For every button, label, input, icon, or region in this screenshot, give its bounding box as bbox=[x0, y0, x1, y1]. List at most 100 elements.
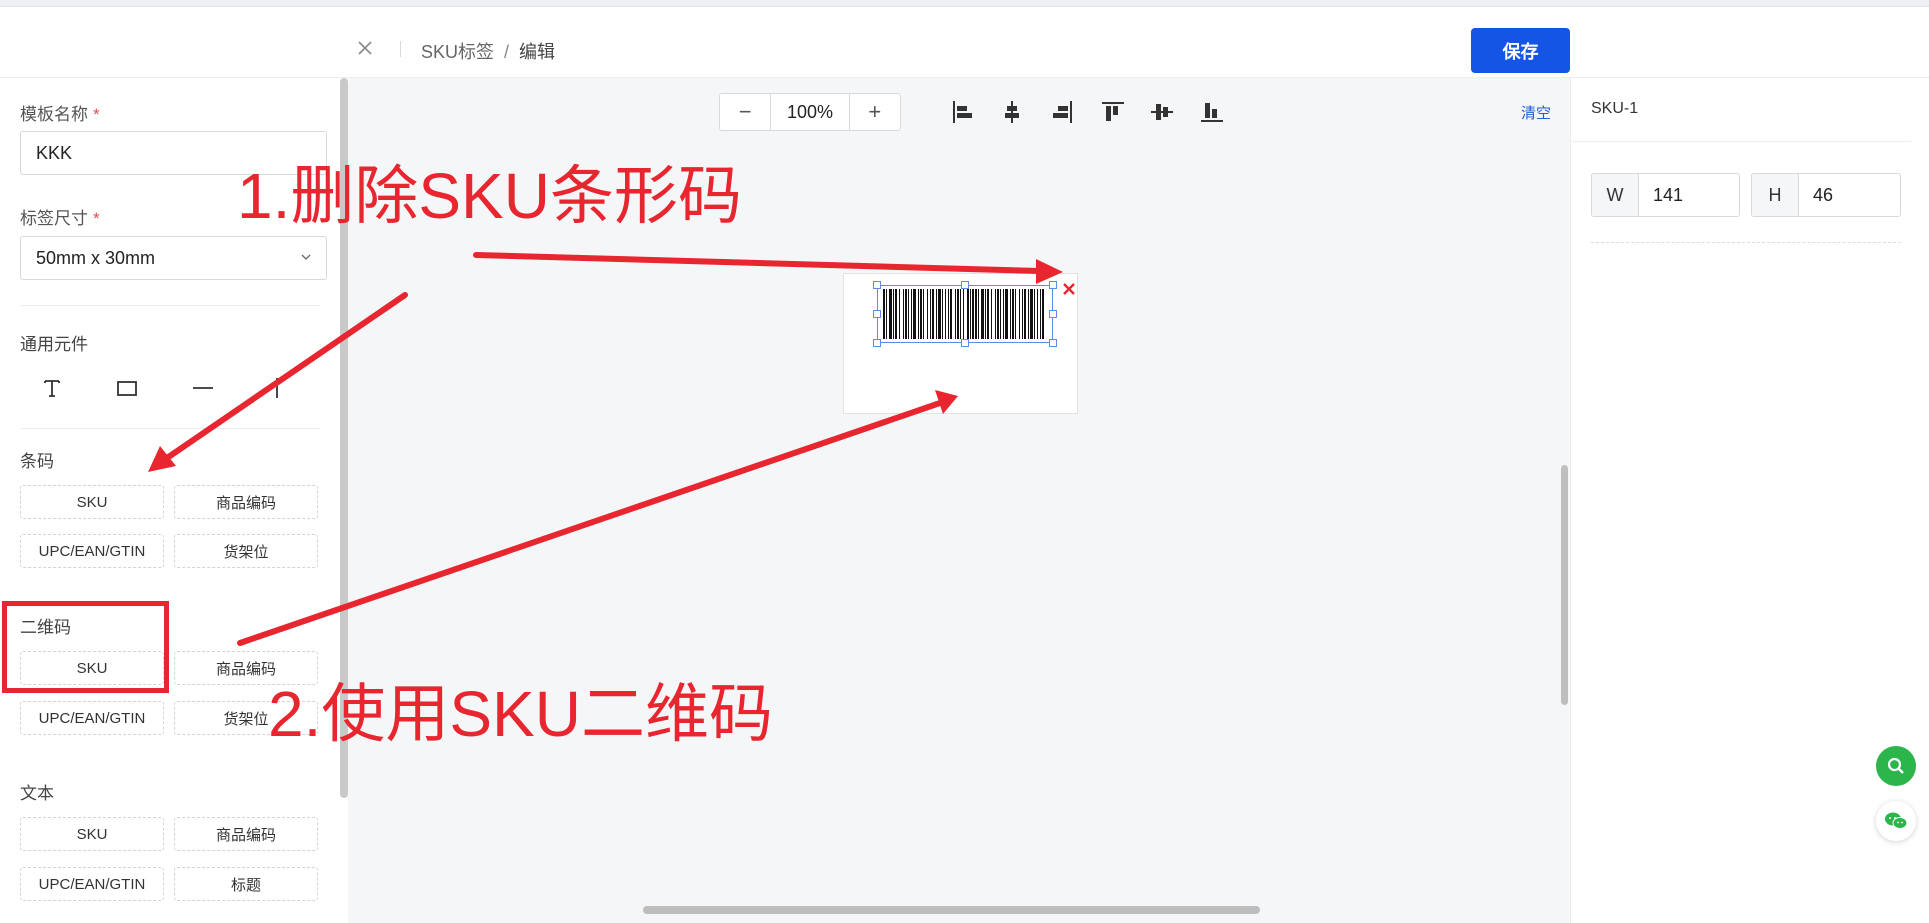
barcode-stripe bbox=[1015, 289, 1016, 339]
resize-handle-middle-left[interactable] bbox=[873, 310, 881, 318]
annotation-step-2: 2.使用SKU二维码 bbox=[268, 678, 773, 750]
barcode-stripe bbox=[1003, 289, 1004, 339]
barcode-product-code-item[interactable]: 商品编码 bbox=[174, 485, 318, 519]
barcode-stripe bbox=[905, 289, 907, 339]
breadcrumb: SKU标签 / 编辑 bbox=[421, 38, 555, 64]
clear-canvas-link[interactable]: 清空 bbox=[1521, 102, 1551, 123]
text-product-code-item[interactable]: 商品编码 bbox=[174, 817, 318, 851]
resize-handle-bottom-left[interactable] bbox=[873, 339, 881, 347]
horizontal-line-tool-icon[interactable] bbox=[189, 374, 217, 402]
dashed-divider bbox=[1591, 242, 1901, 243]
resize-handle-middle-right[interactable] bbox=[1049, 310, 1057, 318]
barcode-stripe bbox=[1005, 289, 1008, 339]
barcode-stripe bbox=[970, 289, 971, 339]
header-divider bbox=[400, 41, 401, 57]
zoom-in-button[interactable]: + bbox=[850, 94, 900, 130]
qrcode-upc-item[interactable]: UPC/EAN/GTIN bbox=[20, 701, 164, 735]
text-title-item[interactable]: 标题 bbox=[174, 867, 318, 901]
barcode-stripe bbox=[913, 289, 916, 339]
width-field[interactable]: W 141 bbox=[1591, 173, 1740, 217]
zoom-control: − 100% + bbox=[719, 93, 901, 131]
canvas-horizontal-scrollbar[interactable] bbox=[643, 906, 1260, 914]
barcode-stripe bbox=[895, 289, 897, 339]
barcode-stripe bbox=[920, 289, 922, 339]
barcode-stripe bbox=[899, 289, 900, 339]
search-float-button[interactable] bbox=[1876, 746, 1916, 786]
breadcrumb-separator: / bbox=[504, 42, 510, 62]
text-tool-icon[interactable] bbox=[38, 374, 66, 402]
chevron-down-icon bbox=[301, 254, 311, 260]
width-label: W bbox=[1592, 174, 1639, 216]
barcode-upc-item[interactable]: UPC/EAN/GTIN bbox=[20, 534, 164, 568]
zoom-out-button[interactable]: − bbox=[720, 94, 770, 130]
rectangle-tool-icon[interactable] bbox=[113, 374, 141, 402]
barcode-sku-item[interactable]: SKU bbox=[20, 485, 164, 519]
barcode-stripe bbox=[886, 289, 887, 339]
barcode-stripe bbox=[908, 289, 909, 339]
height-value[interactable]: 46 bbox=[1799, 174, 1833, 216]
barcode-stripe bbox=[936, 289, 937, 339]
resize-handle-bottom-middle[interactable] bbox=[961, 339, 969, 347]
barcode-stripe bbox=[911, 289, 912, 339]
resize-handle-top-left[interactable] bbox=[873, 281, 881, 289]
save-button[interactable]: 保存 bbox=[1471, 28, 1570, 73]
width-value[interactable]: 141 bbox=[1639, 174, 1683, 216]
barcode-stripe bbox=[963, 289, 964, 339]
template-name-label: 模板名称 * bbox=[20, 100, 100, 125]
breadcrumb-current: 编辑 bbox=[519, 42, 556, 62]
barcode-stripe bbox=[932, 289, 934, 339]
canvas-vertical-scrollbar[interactable] bbox=[1561, 465, 1568, 705]
editor-header: SKU标签 / 编辑 保存 bbox=[0, 7, 1929, 78]
barcode-stripe bbox=[1030, 289, 1033, 339]
barcode-stripe bbox=[1028, 289, 1029, 339]
align-center-horizontal-icon[interactable] bbox=[999, 99, 1025, 125]
text-upc-item[interactable]: UPC/EAN/GTIN bbox=[20, 867, 164, 901]
resize-handle-top-right[interactable] bbox=[1049, 281, 1057, 289]
barcode-stripe bbox=[972, 289, 974, 339]
selected-element-name: SKU-1 bbox=[1591, 100, 1639, 117]
breadcrumb-root[interactable]: SKU标签 bbox=[421, 42, 494, 62]
barcode-stripe bbox=[985, 289, 986, 339]
barcode-stripe bbox=[975, 289, 977, 339]
divider bbox=[20, 428, 320, 429]
barcode-stripe bbox=[938, 289, 941, 339]
align-top-icon[interactable] bbox=[1100, 99, 1126, 125]
sku-barcode-element[interactable] bbox=[877, 285, 1053, 343]
barcode-shelf-item[interactable]: 货架位 bbox=[174, 534, 318, 568]
vertical-line-tool-icon[interactable] bbox=[263, 374, 291, 402]
text-sku-item[interactable]: SKU bbox=[20, 817, 164, 851]
barcode-stripe bbox=[1042, 289, 1044, 339]
delete-element-icon[interactable] bbox=[1061, 281, 1077, 297]
align-left-icon[interactable] bbox=[950, 99, 976, 125]
label-size-value: 50mm x 30mm bbox=[36, 247, 156, 268]
label-size-select[interactable]: 50mm x 30mm bbox=[20, 236, 327, 280]
barcode-stripe bbox=[1037, 289, 1038, 339]
top-strip bbox=[0, 0, 1929, 7]
divider bbox=[20, 305, 320, 306]
resize-handle-bottom-right[interactable] bbox=[1049, 339, 1057, 347]
barcode-stripe bbox=[955, 289, 956, 339]
label-editor-page: SKU标签 / 编辑 保存 模板名称 * KKK 标签尺寸 * 50mm x 30mm … bbox=[0, 0, 1929, 923]
barcode-stripe bbox=[950, 289, 952, 339]
wechat-float-button[interactable] bbox=[1876, 801, 1916, 841]
align-bottom-icon[interactable] bbox=[1199, 99, 1225, 125]
annotation-step-1: 1.删除SKU条形码 bbox=[237, 160, 742, 232]
barcode-stripe bbox=[987, 289, 989, 339]
align-right-icon[interactable] bbox=[1049, 99, 1075, 125]
search-icon bbox=[1887, 757, 1904, 774]
align-middle-vertical-icon[interactable] bbox=[1149, 99, 1175, 125]
section-barcode-title: 条码 bbox=[20, 452, 54, 471]
label-size-label-text: 标签尺寸 bbox=[20, 209, 88, 228]
barcode-stripe bbox=[893, 289, 894, 339]
height-label: H bbox=[1752, 174, 1799, 216]
resize-handle-top-middle[interactable] bbox=[961, 281, 969, 289]
barcode-stripe bbox=[978, 289, 979, 339]
barcode-stripe bbox=[1012, 289, 1014, 339]
edge-marker bbox=[1924, 688, 1929, 704]
zoom-level: 100% bbox=[770, 94, 850, 130]
height-field[interactable]: H 46 bbox=[1751, 173, 1901, 217]
barcode-stripe bbox=[945, 289, 946, 339]
close-icon[interactable] bbox=[354, 37, 376, 59]
barcode-stripe bbox=[981, 289, 984, 339]
barcode-stripe bbox=[923, 289, 924, 339]
